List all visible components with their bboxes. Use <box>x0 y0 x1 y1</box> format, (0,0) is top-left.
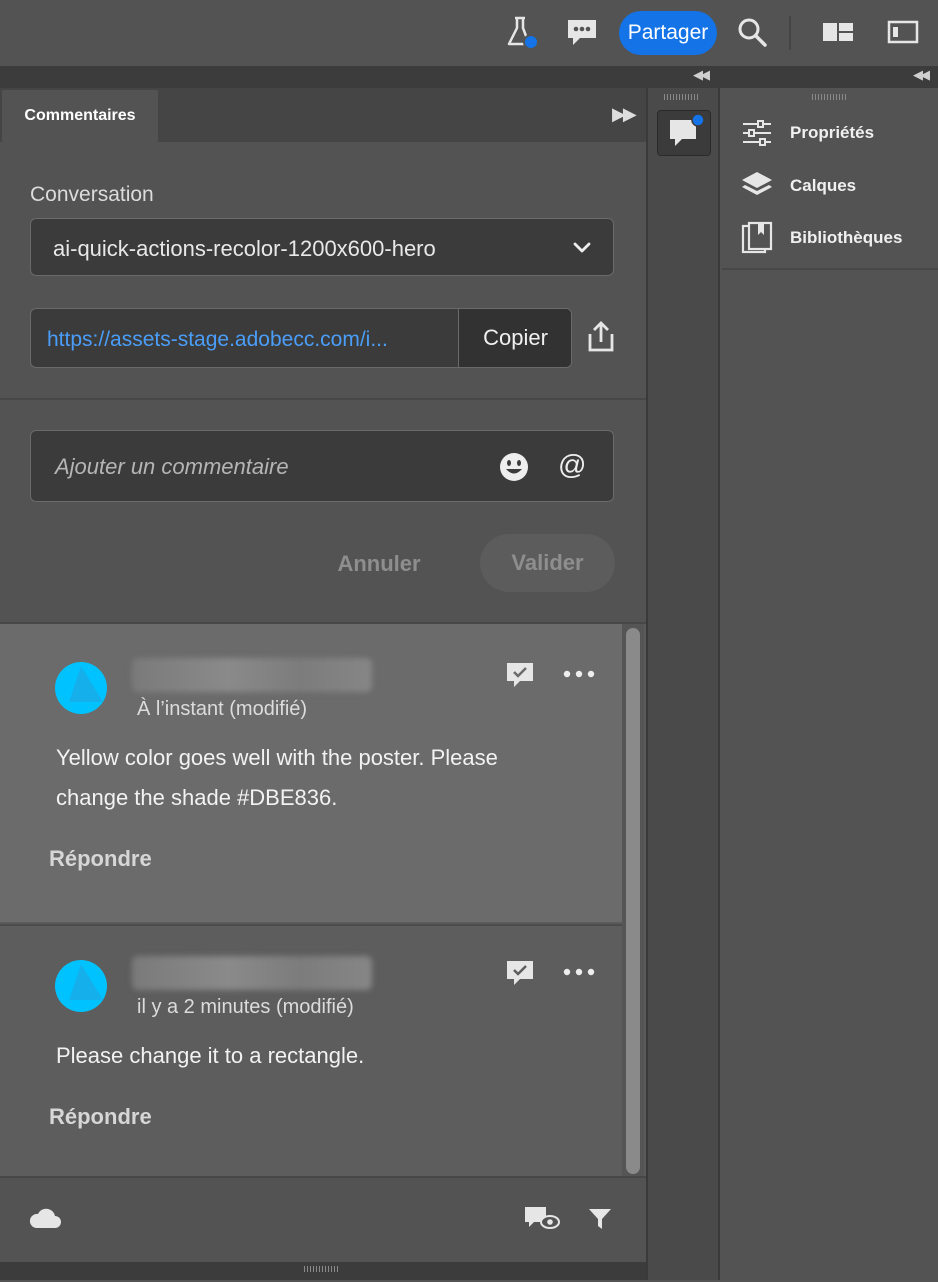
collapse-right-icon[interactable]: ◀◀ <box>913 68 930 83</box>
properties-icon <box>743 120 771 146</box>
comment-list: À l’instant (modifié) Yellow color goes … <box>0 622 646 1178</box>
dock-grip[interactable] <box>812 94 848 100</box>
panel-item-label: Calques <box>790 176 857 195</box>
filter-icon[interactable] <box>587 1206 613 1237</box>
avatar <box>55 960 107 1012</box>
panel-item-label: Bibliothèques <box>790 228 903 247</box>
resolve-icon[interactable] <box>505 958 535 993</box>
comment-placeholder: Ajouter un commentaire <box>55 454 289 479</box>
reply-button[interactable]: Répondre <box>49 846 152 872</box>
panel-item-properties[interactable]: Propriétés <box>740 113 930 153</box>
panel-collapse-strip <box>0 66 938 88</box>
avatar <box>55 662 107 714</box>
panel-toggle-icon[interactable] <box>885 14 921 50</box>
conversation-select-value: ai-quick-actions-recolor-1200x600-hero <box>53 236 436 261</box>
panel-item-layers[interactable]: Calques <box>740 166 930 206</box>
emoji-icon[interactable] <box>498 451 530 488</box>
share-out-icon[interactable] <box>584 320 618 359</box>
show-comments-icon[interactable] <box>522 1204 562 1239</box>
comment-input[interactable]: Ajouter un commentaire @ <box>30 430 614 502</box>
panel-dock-strip <box>648 88 720 1280</box>
panel-item-label: Propriétés <box>790 123 875 142</box>
scrollbar[interactable] <box>626 628 640 1174</box>
comment-text: Yellow color goes well with the poster. … <box>56 745 498 810</box>
chevron-down-icon <box>571 237 593 264</box>
author-name-blurred <box>132 658 372 692</box>
tab-comments[interactable]: Commentaires <box>2 90 158 142</box>
conversation-select[interactable]: ai-quick-actions-recolor-1200x600-hero <box>30 218 614 276</box>
dock-grip[interactable] <box>664 94 700 100</box>
collapse-left-icon[interactable]: ◀◀ <box>693 68 710 83</box>
cloud-icon[interactable] <box>28 1206 62 1237</box>
comment-timestamp: il y a 2 minutes (modifié) <box>137 996 354 1018</box>
comment-item: À l’instant (modifié) Yellow color goes … <box>0 624 622 922</box>
comment-item: il y a 2 minutes (modifié) Please change… <box>0 924 622 1178</box>
panel-item-libraries[interactable]: Bibliothèques <box>740 218 930 258</box>
comments-panel-toggle[interactable] <box>657 110 711 156</box>
comment-timestamp: À l’instant (modifié) <box>137 698 308 720</box>
cancel-button[interactable]: Annuler <box>326 540 432 588</box>
share-button[interactable]: Partager <box>619 11 717 55</box>
mention-icon[interactable]: @ <box>558 449 586 481</box>
author-name-blurred <box>132 956 372 990</box>
panel-menu-icon[interactable]: ▶▶ <box>612 104 637 125</box>
resolve-icon[interactable] <box>505 660 535 695</box>
conversation-label: Conversation <box>30 183 154 206</box>
share-link-field: https://assets-stage.adobecc.com/i... Co… <box>30 308 572 368</box>
more-options-icon[interactable] <box>562 664 596 689</box>
libraries-icon <box>741 221 773 254</box>
search-icon[interactable] <box>734 14 770 50</box>
more-options-icon[interactable] <box>562 962 596 987</box>
right-panel <box>722 88 938 1280</box>
workspace-layout-icon[interactable] <box>820 14 856 50</box>
comment-text: Please change it to a rectangle. <box>56 1043 365 1068</box>
section-divider <box>0 398 646 400</box>
layers-icon <box>742 172 772 195</box>
copy-button[interactable]: Copier <box>458 309 571 367</box>
submit-button[interactable]: Valider <box>480 534 615 592</box>
resize-grip[interactable] <box>304 1266 340 1272</box>
reply-button[interactable]: Répondre <box>49 1104 152 1130</box>
top-toolbar: Partager <box>0 0 938 67</box>
section-divider <box>722 268 938 270</box>
share-link[interactable]: https://assets-stage.adobecc.com/i... <box>47 328 452 352</box>
comments-icon[interactable] <box>564 14 600 50</box>
flask-icon[interactable] <box>503 14 539 50</box>
comment-bubble-icon <box>670 113 705 146</box>
toolbar-divider <box>789 16 791 50</box>
